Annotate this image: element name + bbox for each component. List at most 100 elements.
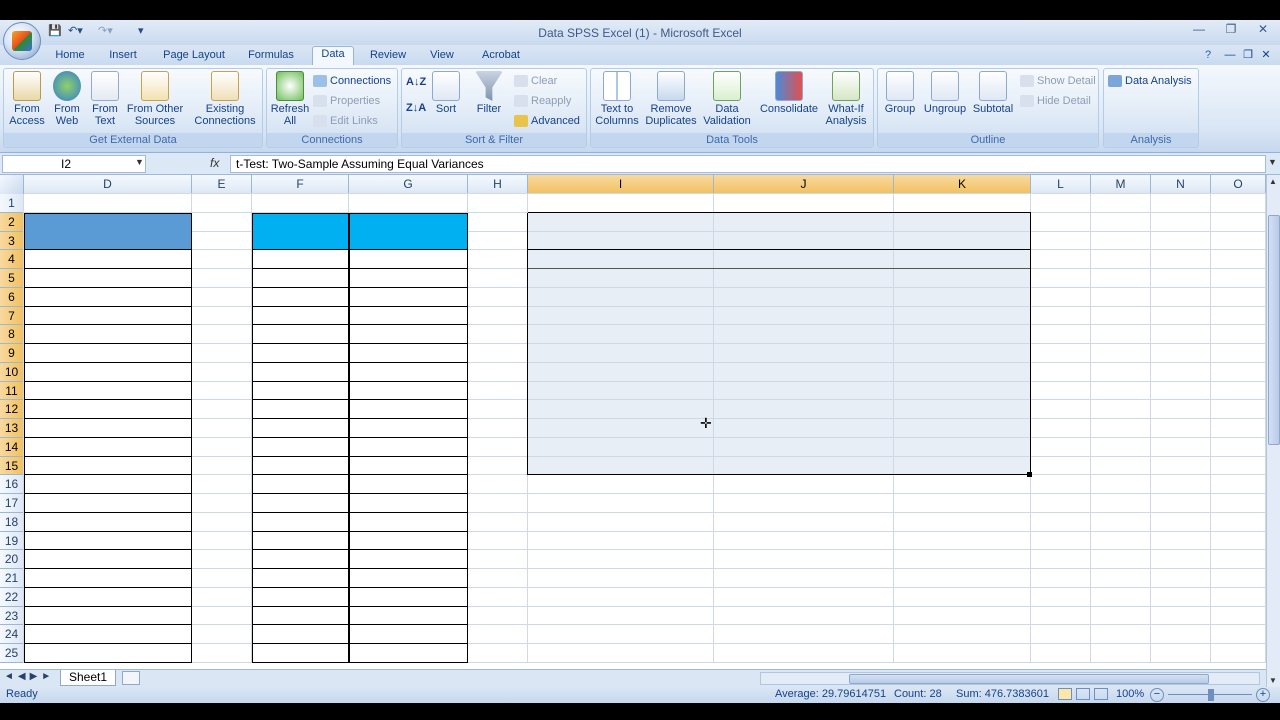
page-layout-view-icon[interactable] xyxy=(1076,688,1090,700)
consolidate-button[interactable]: Consolidate xyxy=(757,71,821,115)
from-other-sources-button[interactable]: From Other Sources xyxy=(124,71,186,127)
tab-review[interactable]: Review xyxy=(366,48,410,65)
cell-value[interactable] xyxy=(24,494,192,513)
from-web-button[interactable]: From Web xyxy=(48,71,86,127)
cell-value[interactable] xyxy=(252,550,349,569)
column-header[interactable]: E xyxy=(192,175,252,194)
cell-value[interactable] xyxy=(252,344,349,363)
cell-value[interactable] xyxy=(24,250,192,269)
cell-value[interactable] xyxy=(252,269,349,288)
cell-value[interactable] xyxy=(252,588,349,607)
normal-view-icon[interactable] xyxy=(1058,688,1072,700)
ttest-value-1[interactable] xyxy=(714,307,891,326)
ttest-value-1[interactable] xyxy=(714,344,891,363)
ttest-row-label[interactable] xyxy=(531,382,713,401)
cell-value[interactable] xyxy=(349,307,468,326)
column-header[interactable]: M xyxy=(1091,175,1151,194)
from-access-button[interactable]: From Access xyxy=(6,71,48,127)
tab-formulas[interactable]: Formulas xyxy=(244,48,298,65)
cell-value[interactable] xyxy=(24,569,192,588)
text-to-columns-button[interactable]: Text to Columns xyxy=(593,71,641,127)
row-header[interactable]: 25 xyxy=(0,644,24,663)
cell-value[interactable] xyxy=(349,382,468,401)
cell-value[interactable] xyxy=(252,325,349,344)
ttest-row-label[interactable] xyxy=(531,438,713,457)
column-header[interactable]: K xyxy=(894,175,1031,194)
row-header[interactable]: 3 xyxy=(0,231,24,251)
cell-value[interactable] xyxy=(24,382,192,401)
ribbon-minimize-icon[interactable]: — xyxy=(1222,48,1238,65)
restore-button[interactable]: ❐ xyxy=(1220,22,1242,40)
row-header[interactable]: 19 xyxy=(0,531,24,551)
ttest-value-1[interactable] xyxy=(714,288,891,307)
ttest-value-2[interactable] xyxy=(894,344,1028,363)
advanced-button[interactable]: Advanced xyxy=(514,112,580,130)
ttest-col2-header[interactable] xyxy=(894,250,1031,269)
cell-value[interactable] xyxy=(349,475,468,494)
ttest-value-1[interactable] xyxy=(714,363,891,382)
select-all-button[interactable] xyxy=(0,175,24,194)
name-box-dropdown-icon[interactable]: ▼ xyxy=(135,157,144,167)
cell-value[interactable] xyxy=(349,644,468,663)
ttest-row-label[interactable] xyxy=(531,363,713,382)
from-text-button[interactable]: From Text xyxy=(86,71,124,127)
expand-formula-bar-icon[interactable]: ▼ xyxy=(1268,157,1277,167)
row-header[interactable]: 7 xyxy=(0,306,24,326)
ttest-value-1[interactable] xyxy=(714,419,891,438)
page-break-view-icon[interactable] xyxy=(1094,688,1108,700)
ungroup-button[interactable]: Ungroup xyxy=(922,71,968,115)
close-button[interactable]: ✕ xyxy=(1252,22,1274,40)
sort-button[interactable]: Sort xyxy=(430,71,462,115)
subtotal-button[interactable]: Subtotal xyxy=(970,71,1016,115)
row-header[interactable]: 23 xyxy=(0,606,24,626)
zoom-slider-thumb[interactable] xyxy=(1208,689,1214,701)
horizontal-scrollbar[interactable] xyxy=(760,672,1260,685)
zoom-out-icon[interactable]: − xyxy=(1150,688,1164,702)
zoom-level[interactable]: 100% xyxy=(1116,688,1144,700)
show-detail-button[interactable]: Show Detail xyxy=(1020,72,1096,90)
tab-home[interactable]: Home xyxy=(50,48,90,65)
ttest-value-1[interactable] xyxy=(714,457,891,476)
cell-value[interactable] xyxy=(349,419,468,438)
ttest-row-label[interactable] xyxy=(531,325,713,344)
cell-value[interactable] xyxy=(252,382,349,401)
cell-value[interactable] xyxy=(252,475,349,494)
formula-input[interactable]: t-Test: Two-Sample Assuming Equal Varian… xyxy=(230,155,1266,173)
column-header[interactable]: O xyxy=(1211,175,1266,194)
cell-value[interactable] xyxy=(349,588,468,607)
row-header[interactable]: 12 xyxy=(0,400,24,419)
cell-value[interactable] xyxy=(24,532,192,551)
ttest-value-2[interactable] xyxy=(894,400,1028,419)
cell-value[interactable] xyxy=(349,513,468,532)
scroll-down-icon[interactable]: ▼ xyxy=(1269,676,1277,685)
ttest-row-label[interactable] xyxy=(531,344,713,363)
ttest-value-2[interactable] xyxy=(894,438,1028,457)
cell-value[interactable] xyxy=(24,363,192,382)
row-header[interactable]: 13 xyxy=(0,419,24,438)
cell-value[interactable] xyxy=(349,288,468,307)
ttest-value-1[interactable] xyxy=(714,438,891,457)
ttest-row-label[interactable] xyxy=(531,269,713,288)
cell-value[interactable] xyxy=(24,400,192,419)
reapply-button[interactable]: Reapply xyxy=(514,92,571,110)
cell-value[interactable] xyxy=(24,457,192,476)
vertical-scrollbar[interactable]: ▲ ▼ xyxy=(1266,175,1280,687)
cell-value[interactable] xyxy=(349,400,468,419)
ttest-value-1[interactable] xyxy=(714,325,891,344)
column-header[interactable]: N xyxy=(1151,175,1211,194)
cell-value[interactable] xyxy=(349,438,468,457)
cell-value[interactable] xyxy=(349,457,468,476)
cell-value[interactable] xyxy=(24,288,192,307)
connections-button[interactable]: Connections xyxy=(313,72,391,90)
group-button[interactable]: Group xyxy=(880,71,920,115)
cell-value[interactable] xyxy=(252,363,349,382)
help-icon[interactable]: ? xyxy=(1200,48,1216,65)
cell-value[interactable] xyxy=(349,569,468,588)
row-header[interactable]: 22 xyxy=(0,587,24,607)
row-header[interactable]: 24 xyxy=(0,625,24,644)
column-header[interactable]: D xyxy=(24,175,192,194)
insert-function-icon[interactable]: fx xyxy=(210,156,219,170)
row-header[interactable]: 2 xyxy=(0,212,24,232)
column-header[interactable]: I xyxy=(528,175,714,194)
cell-value[interactable] xyxy=(349,550,468,569)
